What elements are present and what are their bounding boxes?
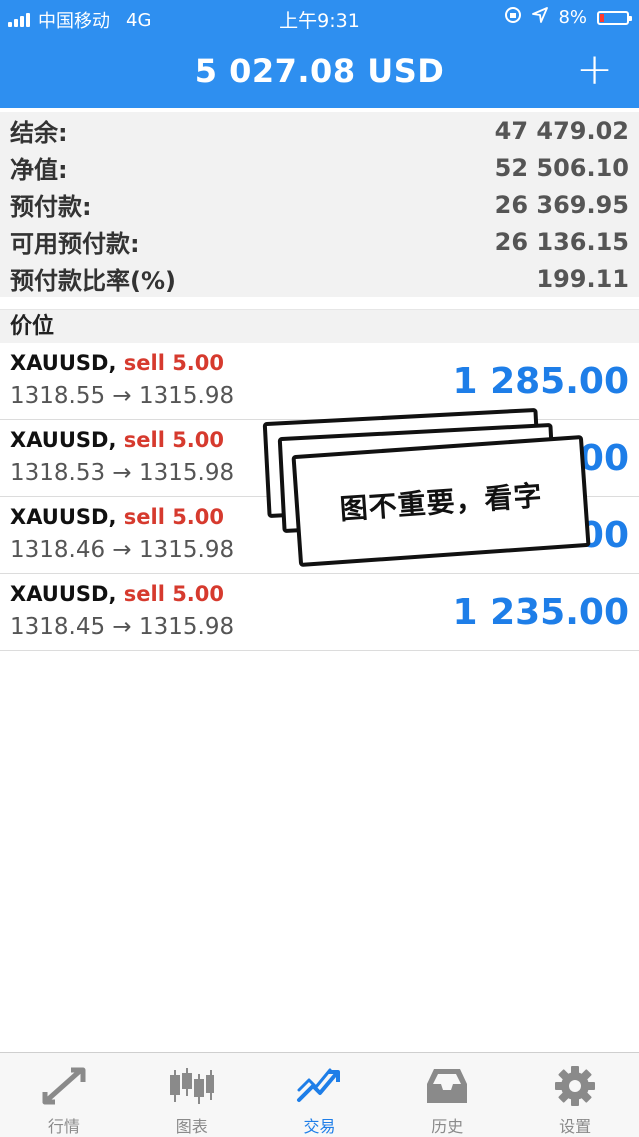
summary-row-margin-level: 预付款比率(%) 199.11 [0, 260, 639, 297]
chart-icon [169, 1065, 215, 1107]
tab-chart[interactable]: 图表 [128, 1053, 256, 1137]
position-prices: 1318.53 → 1315.98 [10, 460, 235, 486]
top-bar: 中国移动 4G 上午9:31 8% 5 027.08 USD + [0, 0, 639, 108]
equity-title: 5 027.08 USD [194, 52, 445, 90]
tab-bar: 行情 图表 交易 历史 设置 [0, 1052, 639, 1137]
position-side: sell 5.00 [123, 505, 225, 529]
summary-value: 26 136.15 [494, 227, 629, 256]
overlay-card-front: 图不重要，看字 [291, 434, 591, 568]
summary-row-margin: 预付款: 26 369.95 [0, 186, 639, 223]
summary-row-equity: 净值: 52 506.10 [0, 149, 639, 186]
tab-label: 设置 [559, 1117, 592, 1136]
position-symbol: XAUUSD, [10, 582, 117, 606]
account-summary: 结余: 47 479.02 净值: 52 506.10 预付款: 26 369.… [0, 112, 639, 297]
summary-label: 可用预付款: [10, 230, 140, 258]
summary-row-balance: 结余: 47 479.02 [0, 112, 639, 149]
tab-label: 行情 [47, 1117, 80, 1136]
meme-overlay: 图不重要，看字 [262, 405, 595, 568]
battery-icon [597, 10, 632, 25]
summary-row-free-margin: 可用预付款: 26 136.15 [0, 223, 639, 260]
overlay-text: 图不重要，看字 [338, 478, 544, 527]
summary-label: 预付款比率(%) [10, 267, 176, 295]
position-prices: 1318.45 → 1315.98 [10, 614, 235, 640]
position-side: sell 5.00 [123, 351, 225, 375]
rotation-lock-icon [504, 6, 522, 29]
new-order-button[interactable]: + [576, 48, 613, 92]
history-icon [424, 1065, 470, 1107]
position-prices: 1318.46 → 1315.98 [10, 537, 235, 563]
tab-label: 图表 [175, 1117, 208, 1136]
quotes-icon [41, 1065, 87, 1107]
summary-value: 47 479.02 [494, 116, 629, 145]
positions-section-header: 价位 [0, 309, 639, 343]
settings-icon [552, 1065, 598, 1107]
position-row[interactable]: XAUUSD, sell 5.00 1318.45 → 1315.98 1 23… [0, 574, 639, 651]
summary-label: 预付款: [10, 193, 92, 221]
summary-value: 26 369.95 [494, 190, 629, 219]
position-symbol: XAUUSD, [10, 351, 117, 375]
summary-label: 净值: [10, 156, 68, 184]
tab-history[interactable]: 历史 [383, 1053, 511, 1137]
tab-quotes[interactable]: 行情 [0, 1053, 128, 1137]
tab-label: 历史 [431, 1117, 464, 1136]
position-symbol: XAUUSD, [10, 505, 117, 529]
tab-settings[interactable]: 设置 [511, 1053, 639, 1137]
tab-label: 交易 [303, 1117, 336, 1136]
trade-icon [296, 1065, 342, 1107]
summary-value: 199.11 [536, 264, 629, 293]
position-symbol: XAUUSD, [10, 428, 117, 452]
summary-value: 52 506.10 [494, 153, 629, 182]
position-profit: 1 235.00 [452, 592, 629, 633]
position-side: sell 5.00 [123, 428, 225, 452]
battery-percent: 8% [558, 7, 587, 28]
location-icon [532, 7, 549, 28]
summary-label: 结余: [10, 119, 68, 147]
tab-trade[interactable]: 交易 [256, 1053, 384, 1137]
position-prices: 1318.55 → 1315.98 [10, 383, 235, 409]
status-bar: 中国移动 4G 上午9:31 8% [0, 0, 639, 36]
position-profit: 1 285.00 [452, 361, 629, 402]
position-side: sell 5.00 [123, 582, 225, 606]
